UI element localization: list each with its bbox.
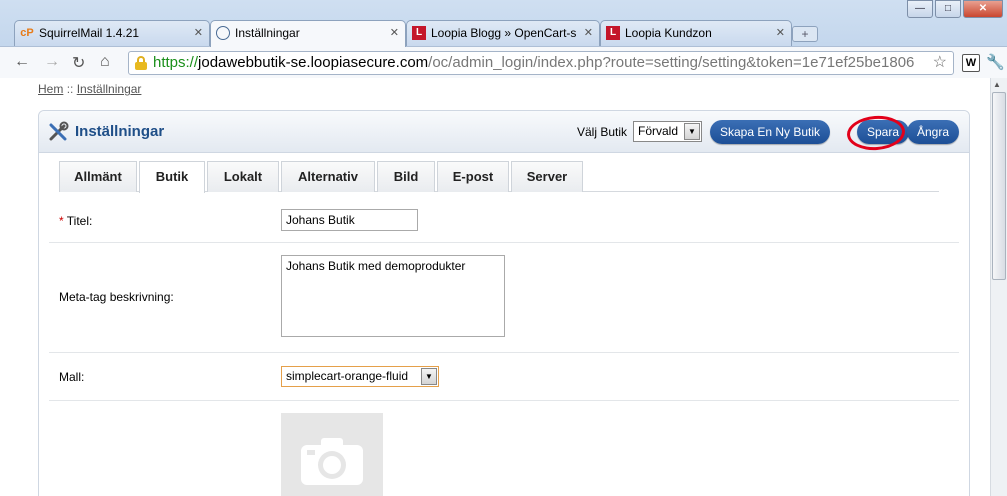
- tab-epost[interactable]: E-post: [437, 161, 509, 192]
- bookmark-star-icon[interactable]: ☆: [933, 52, 947, 74]
- store-select[interactable]: Förvald ▼: [633, 121, 702, 142]
- meta-description-label: Meta-tag beskrivning:: [59, 290, 174, 304]
- title-input[interactable]: Johans Butik: [281, 209, 418, 231]
- meta-description-textarea[interactable]: Johans Butik med demoprodukter: [281, 255, 505, 337]
- tab-label: Loopia Blogg » OpenCart-s: [431, 26, 577, 40]
- reload-icon[interactable]: ↻: [72, 53, 85, 73]
- url-text: https://jodawebbutik-se.loopiasecure.com…: [153, 54, 915, 71]
- tab-label: Loopia Kundzon: [625, 26, 712, 40]
- cancel-button[interactable]: Ångra: [907, 120, 960, 144]
- lock-icon: [135, 56, 147, 70]
- tab-lokalt[interactable]: Lokalt: [207, 161, 279, 192]
- forward-icon[interactable]: →: [44, 53, 60, 71]
- template-label: Mall:: [59, 370, 85, 384]
- wrench-menu-icon[interactable]: 🔧: [986, 53, 1005, 71]
- new-tab-button[interactable]: +: [792, 26, 818, 42]
- chevron-down-icon: ▼: [421, 368, 437, 385]
- settings-panel: Inställningar Välj Butik Förvald ▼ Skapa…: [38, 110, 970, 496]
- create-store-button[interactable]: Skapa En Ny Butik: [710, 120, 831, 144]
- panel-header: Inställningar Välj Butik Förvald ▼ Skapa…: [39, 111, 969, 153]
- maximize-icon[interactable]: □: [935, 0, 961, 18]
- settings-tabs: Allmänt Butik Lokalt Alternativ Bild E-p…: [59, 161, 939, 193]
- globe-icon: [216, 26, 230, 40]
- breadcrumb: Hem :: Inställningar: [38, 82, 141, 96]
- tab-alternativ[interactable]: Alternativ: [281, 161, 375, 192]
- tab-allmant[interactable]: Allmänt: [59, 161, 137, 192]
- close-icon[interactable]: ✕: [776, 26, 785, 39]
- browser-tab-loopia-kundzon[interactable]: L Loopia Kundzon ✕: [600, 20, 792, 46]
- scroll-up-icon[interactable]: ▲: [993, 80, 1001, 89]
- browser-tab-installningar[interactable]: Inställningar ✕: [210, 20, 406, 47]
- save-button[interactable]: Spara: [857, 120, 910, 144]
- tab-server[interactable]: Server: [511, 161, 583, 192]
- close-icon[interactable]: ✕: [584, 26, 593, 39]
- scrollbar-thumb[interactable]: [992, 92, 1006, 280]
- tab-label: SquirrelMail 1.4.21: [39, 26, 140, 40]
- extension-icon[interactable]: W: [962, 54, 980, 72]
- browser-tabstrip: cP SquirrelMail 1.4.21 ✕ Inställningar ✕…: [14, 20, 834, 47]
- title-label: * Titel:: [59, 214, 93, 228]
- close-icon[interactable]: ✕: [390, 26, 399, 39]
- store-select-label: Välj Butik: [577, 125, 628, 139]
- camera-icon: [301, 438, 363, 485]
- back-icon[interactable]: ←: [14, 53, 30, 71]
- address-bar[interactable]: https://jodawebbutik-se.loopiasecure.com…: [128, 51, 954, 75]
- browser-tab-loopia-blogg[interactable]: L Loopia Blogg » OpenCart-s ✕: [406, 20, 600, 46]
- store-select-value: Förvald: [638, 124, 679, 138]
- form-row-template: Mall: simplecart-orange-fluid ▼: [49, 353, 959, 401]
- breadcrumb-home-link[interactable]: Hem: [38, 82, 63, 96]
- loopia-icon: L: [606, 26, 620, 40]
- close-window-icon[interactable]: ✕: [963, 0, 1003, 18]
- tab-label: Inställningar: [235, 26, 300, 40]
- breadcrumb-current-link[interactable]: Inställningar: [77, 82, 142, 96]
- minimize-icon[interactable]: —: [907, 0, 933, 18]
- cpanel-icon: cP: [20, 27, 34, 39]
- close-icon[interactable]: ✕: [194, 26, 203, 39]
- form-row-title: * Titel: Johans Butik: [49, 199, 959, 243]
- browser-toolbar: ← → ↻ ⌂ https://jodawebbutik-se.loopiase…: [0, 46, 1007, 78]
- page-content: Hem :: Inställningar Inställningar Välj …: [0, 78, 990, 496]
- form-row-meta: Meta-tag beskrivning: Johans Butik med d…: [49, 243, 959, 353]
- template-preview-image: [281, 413, 383, 496]
- tab-butik[interactable]: Butik: [139, 161, 205, 193]
- browser-chrome: — □ ✕ cP SquirrelMail 1.4.21 ✕ Inställni…: [0, 0, 1007, 78]
- template-select-value: simplecart-orange-fluid: [286, 369, 409, 383]
- browser-tab-squirrelmail[interactable]: cP SquirrelMail 1.4.21 ✕: [14, 20, 210, 46]
- tools-icon: [49, 121, 69, 141]
- window-controls: — □ ✕: [905, 0, 1003, 18]
- vertical-scrollbar[interactable]: ▲: [990, 78, 1007, 496]
- loopia-icon: L: [412, 26, 426, 40]
- chevron-down-icon: ▼: [684, 123, 700, 140]
- template-select[interactable]: simplecart-orange-fluid ▼: [281, 366, 439, 387]
- home-icon[interactable]: ⌂: [100, 53, 110, 71]
- breadcrumb-separator: ::: [66, 82, 74, 96]
- tab-bild[interactable]: Bild: [377, 161, 435, 192]
- page-title: Inställningar: [75, 123, 165, 140]
